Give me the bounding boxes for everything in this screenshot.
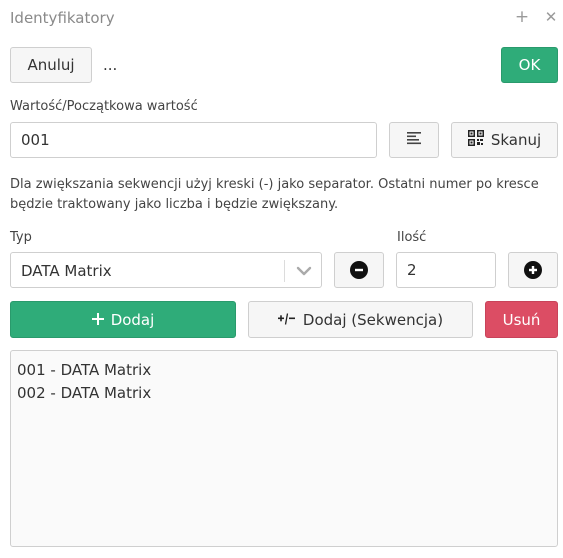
ok-button[interactable]: OK — [501, 47, 558, 83]
list-item[interactable]: 001 - DATA Matrix — [17, 359, 551, 382]
sequence-icon — [277, 311, 296, 329]
window-title: Identyfikatory — [10, 9, 115, 27]
scan-button[interactable]: Skanuj — [451, 122, 558, 158]
cancel-button[interactable]: Anuluj — [10, 47, 92, 83]
chevron-down-icon[interactable] — [291, 260, 317, 282]
add-button[interactable]: Dodaj — [10, 301, 236, 338]
cancel-label: Anuluj — [27, 56, 75, 74]
title-bar: Identyfikatory + ✕ — [0, 0, 563, 36]
quantity-input[interactable]: 2 — [396, 252, 496, 288]
more-options[interactable]: ... — [103, 56, 117, 74]
close-icon[interactable]: ✕ — [542, 7, 560, 27]
value-label: Wartość/Początkowa wartość — [10, 99, 198, 114]
minus-circle-icon — [350, 261, 368, 279]
type-select[interactable]: DATA Matrix — [10, 252, 322, 288]
add-sequence-label: Dodaj (Sekwencja) — [302, 310, 444, 329]
format-button[interactable] — [389, 122, 439, 158]
plus-icon[interactable]: + — [513, 7, 531, 27]
qr-code-icon — [467, 130, 484, 150]
type-label: Typ — [10, 230, 32, 245]
quantity-value: 2 — [407, 261, 417, 279]
identifiers-list[interactable]: 001 - DATA Matrix 002 - DATA Matrix — [10, 350, 558, 547]
quantity-label: Ilość — [397, 230, 427, 245]
decrease-quantity-button[interactable] — [334, 252, 384, 288]
help-text: Dla zwiększania sekwencji użyj kreski (-… — [10, 177, 539, 212]
scan-label: Skanuj — [490, 131, 542, 149]
value-text: 001 — [21, 131, 50, 149]
remove-button[interactable]: Usuń — [485, 301, 558, 338]
plus-circle-icon — [524, 261, 542, 279]
add-sequence-button[interactable]: Dodaj (Sekwencja) — [248, 301, 473, 338]
value-input[interactable]: 001 — [10, 122, 377, 158]
remove-label: Usuń — [502, 310, 541, 329]
list-item[interactable]: 002 - DATA Matrix — [17, 382, 551, 405]
plus-icon — [91, 311, 104, 329]
ok-label: OK — [518, 56, 541, 74]
add-label: Dodaj — [110, 310, 155, 329]
format-lines-icon — [406, 130, 422, 150]
increase-quantity-button[interactable] — [508, 252, 558, 288]
type-selected-value: DATA Matrix — [21, 262, 112, 280]
select-divider — [284, 260, 285, 282]
